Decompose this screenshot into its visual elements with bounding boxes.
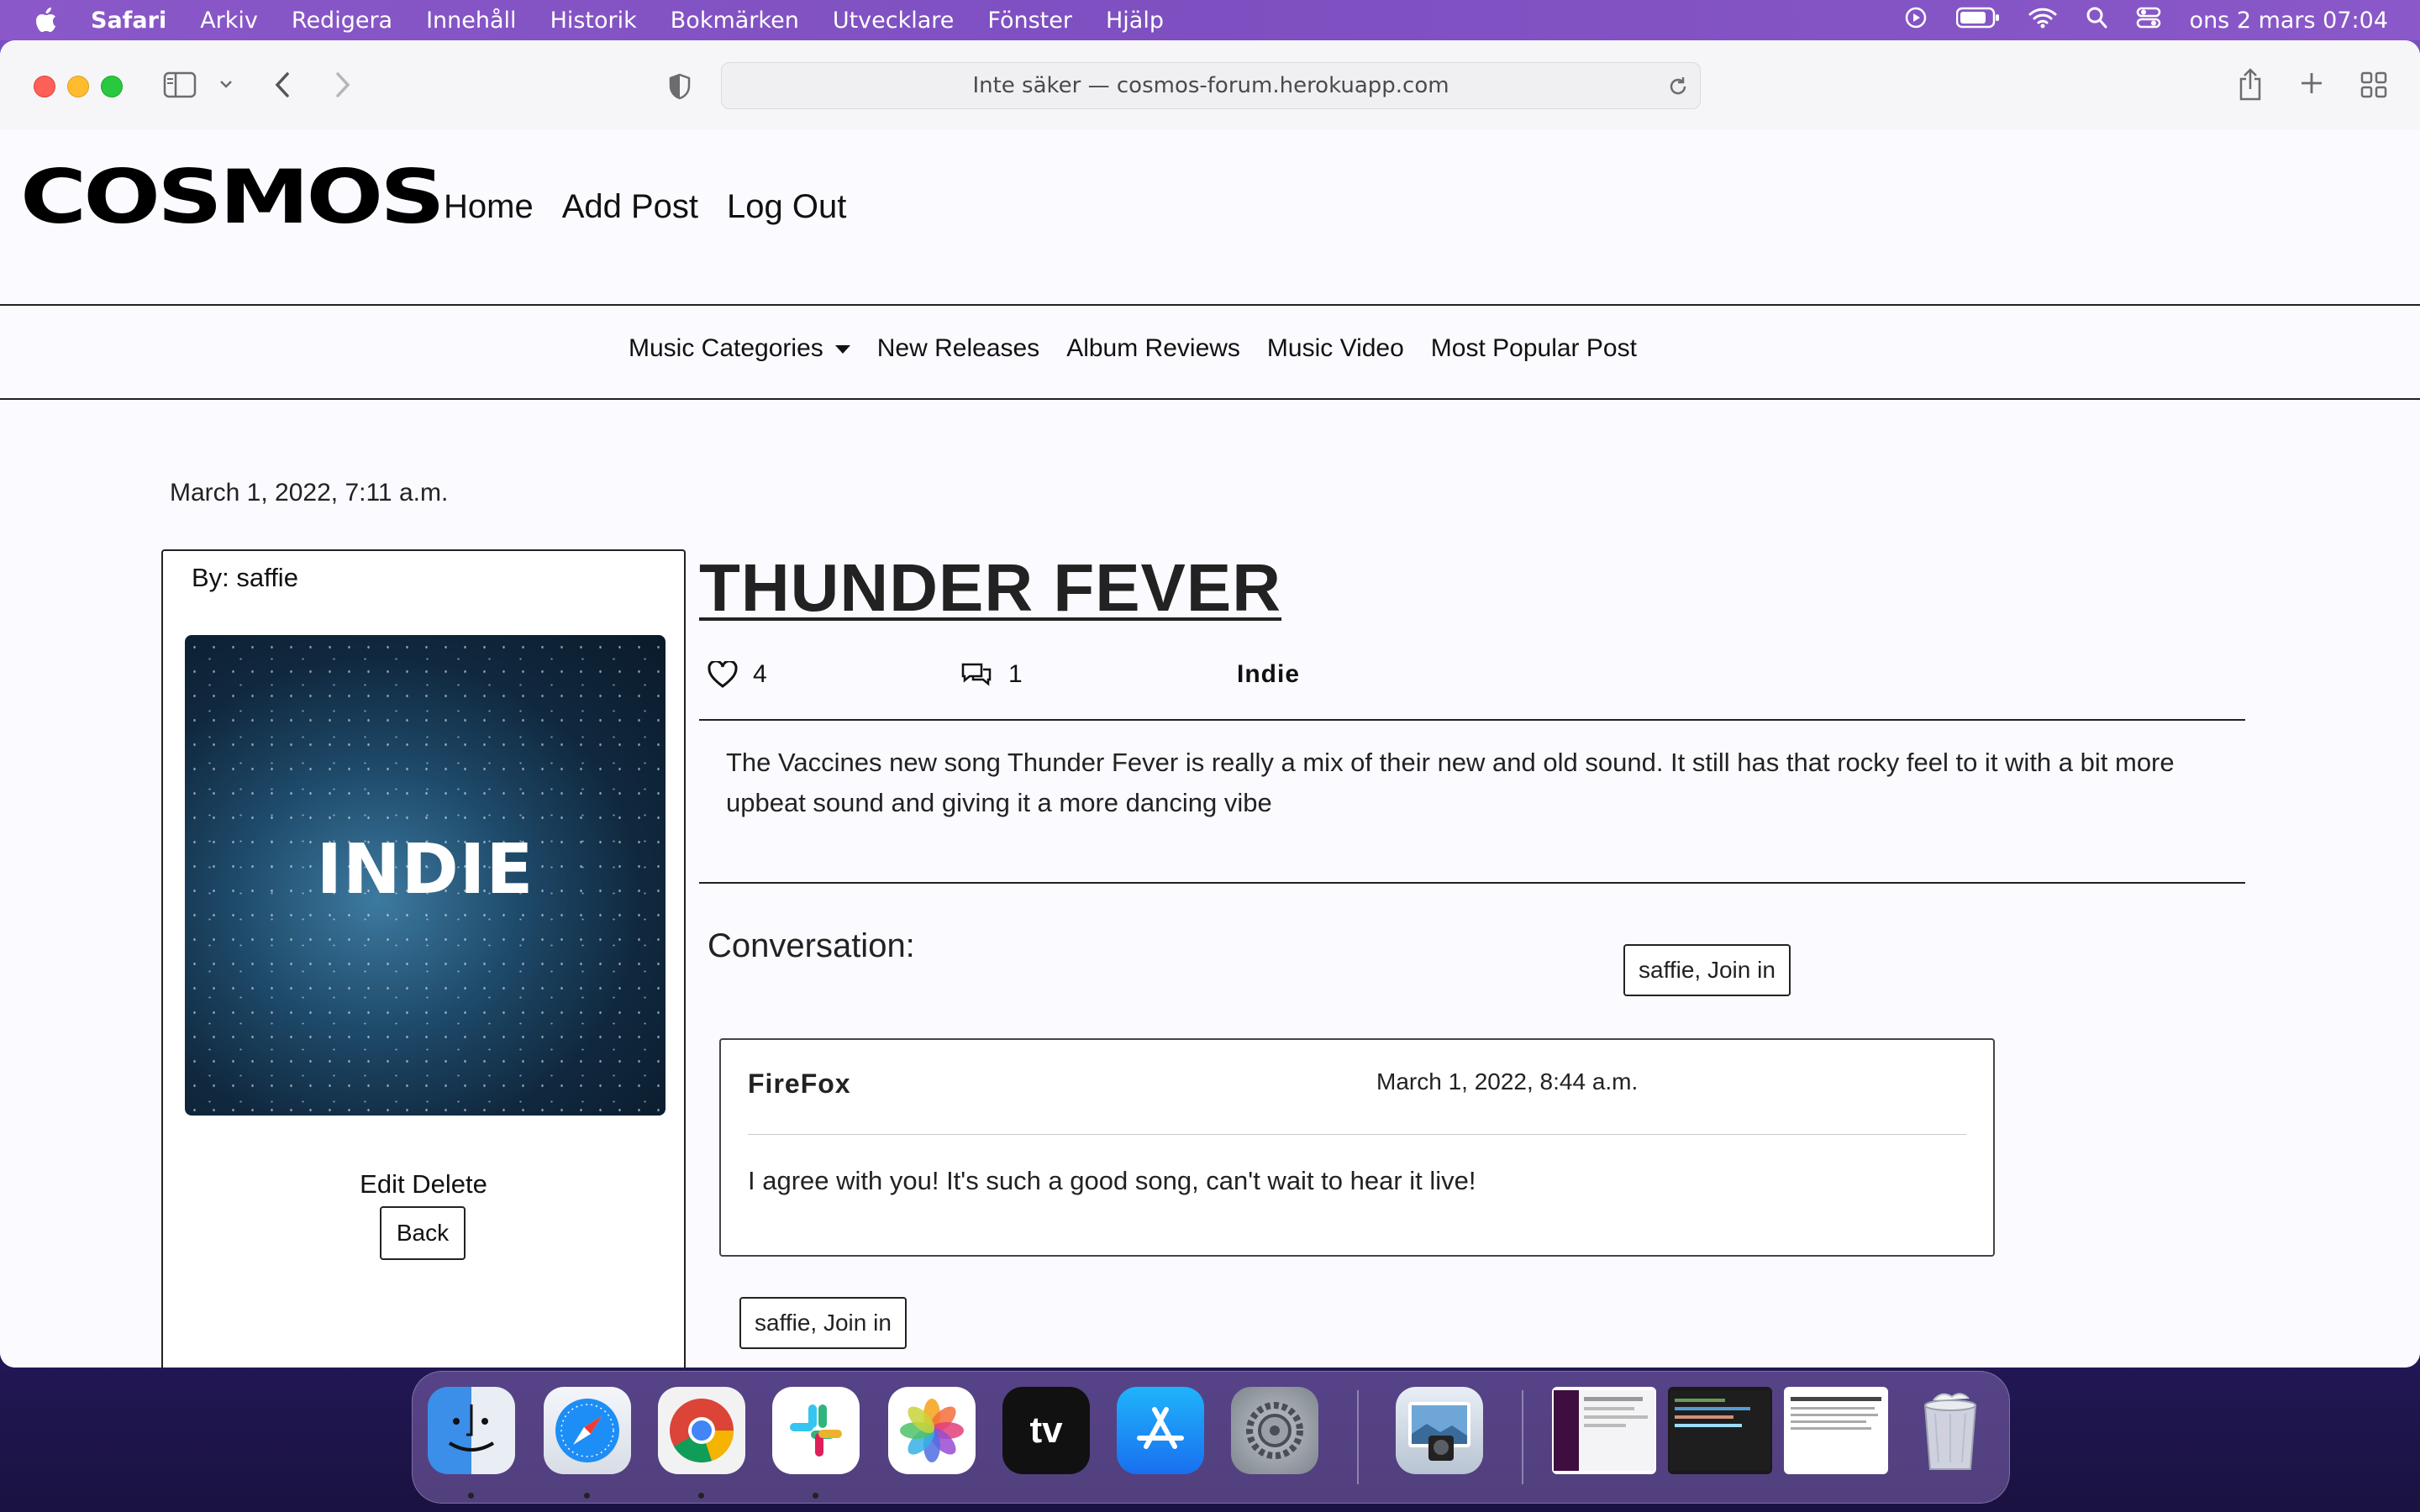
- post-author: By: saffie: [192, 563, 298, 592]
- share-icon[interactable]: [2235, 66, 2265, 102]
- menu-clock[interactable]: ons 2 mars 07:04: [2190, 8, 2388, 34]
- menu-hjalp[interactable]: Hjälp: [1106, 8, 1164, 34]
- minimized-window-thumbnail[interactable]: [1668, 1387, 1772, 1474]
- apple-icon[interactable]: [34, 5, 59, 35]
- likes-stat[interactable]: 4: [708, 660, 767, 689]
- post-category: Indie: [1237, 660, 1301, 688]
- post-body: The Vaccines new song Thunder Fever is r…: [726, 748, 2175, 817]
- preview-icon[interactable]: [1396, 1387, 1483, 1474]
- browser-window: Inte säker — cosmos-forum.herokuapp.com …: [0, 40, 2420, 1368]
- post-sidebar-card: By: saffie INDIE Edit Delete Back: [161, 549, 686, 1368]
- play-icon[interactable]: [1904, 6, 1928, 35]
- category-bar: Music Categories New Releases Album Revi…: [0, 304, 2420, 400]
- address-bar[interactable]: Inte säker — cosmos-forum.herokuapp.com: [721, 62, 1701, 109]
- running-indicator: [584, 1493, 590, 1499]
- menu-utvecklare[interactable]: Utvecklare: [833, 8, 955, 34]
- main-nav: Home Add Post Log Out: [444, 188, 846, 226]
- edit-delete-links[interactable]: Edit Delete: [163, 1169, 684, 1200]
- url-text: Inte säker — cosmos-forum.herokuapp.com: [972, 73, 1449, 98]
- safari-icon[interactable]: [544, 1387, 631, 1474]
- category-album-reviews-link[interactable]: Album Reviews: [1066, 334, 1240, 363]
- apple-tv-icon[interactable]: tv: [1002, 1387, 1090, 1474]
- heart-icon: [708, 661, 738, 688]
- system-preferences-icon[interactable]: [1231, 1387, 1318, 1474]
- finder-icon[interactable]: [428, 1387, 515, 1474]
- menu-fonster[interactable]: Fönster: [987, 8, 1072, 34]
- sidebar-toggle-icon[interactable]: [163, 71, 197, 99]
- cover-image-label: INDIE: [316, 830, 534, 910]
- nav-home-link[interactable]: Home: [444, 188, 534, 226]
- post-title[interactable]: THUNDER FEVER: [699, 549, 1281, 627]
- menu-bokmarken[interactable]: Bokmärken: [671, 8, 799, 34]
- new-tab-plus-icon[interactable]: [2297, 69, 2326, 97]
- nav-log-out-link[interactable]: Log Out: [727, 188, 846, 226]
- menu-historik[interactable]: Historik: [550, 8, 637, 34]
- control-center-icon[interactable]: [2136, 7, 2161, 34]
- music-categories-label: Music Categories: [629, 334, 823, 362]
- site-logo[interactable]: COSMOS: [20, 155, 445, 241]
- running-indicator: [468, 1493, 474, 1499]
- reload-icon[interactable]: [1665, 74, 1691, 99]
- slack-icon[interactable]: [772, 1387, 860, 1474]
- comments-count: 1: [1008, 660, 1023, 688]
- comment-divider: [748, 1134, 1966, 1135]
- comment-author: FireFox: [748, 1068, 851, 1099]
- menu-bar: Safari Arkiv Redigera Innehåll Historik …: [0, 0, 2420, 40]
- privacy-shield-icon[interactable]: [666, 72, 694, 101]
- minimized-window-thumbnail[interactable]: [1552, 1387, 1656, 1474]
- post-stats: 4 1 Indie: [708, 660, 1329, 694]
- conversation-heading: Conversation:: [708, 927, 915, 964]
- minimize-window-button[interactable]: [67, 76, 89, 97]
- forward-arrow-icon[interactable]: [329, 69, 356, 101]
- back-arrow-icon[interactable]: [269, 69, 296, 101]
- music-categories-dropdown[interactable]: Music Categories: [629, 334, 850, 363]
- tab-overview-icon[interactable]: [2360, 71, 2388, 99]
- caret-down-icon: [834, 345, 850, 354]
- app-store-icon[interactable]: [1117, 1387, 1204, 1474]
- chrome-icon[interactable]: [658, 1387, 745, 1474]
- dock-separator: [1357, 1390, 1359, 1484]
- join-conversation-button[interactable]: saffie, Join in: [1623, 944, 1791, 996]
- battery-icon[interactable]: [1955, 7, 2000, 34]
- running-indicator: [698, 1493, 704, 1499]
- divider: [699, 719, 2245, 721]
- minimized-window-thumbnail[interactable]: [1784, 1387, 1888, 1474]
- post-cover-image: INDIE: [185, 635, 666, 1116]
- menu-arkiv[interactable]: Arkiv: [200, 8, 258, 34]
- running-indicator: [813, 1493, 818, 1499]
- browser-toolbar: Inte säker — cosmos-forum.herokuapp.com: [0, 40, 2420, 130]
- category-new-releases-link[interactable]: New Releases: [877, 334, 1039, 363]
- wifi-icon[interactable]: [2028, 6, 2057, 35]
- menu-innehall[interactable]: Innehåll: [426, 8, 516, 34]
- menu-safari[interactable]: Safari: [91, 8, 166, 34]
- nav-add-post-link[interactable]: Add Post: [562, 188, 698, 226]
- web-page: COSMOS Home Add Post Log Out Music Categ…: [0, 129, 2420, 1368]
- trash-icon[interactable]: [1907, 1387, 1994, 1474]
- comment-date: March 1, 2022, 8:44 a.m.: [1376, 1068, 1639, 1095]
- post-date: March 1, 2022, 7:11 a.m.: [170, 479, 449, 507]
- comments-stat: 1: [960, 660, 1023, 689]
- chevron-down-icon[interactable]: [217, 74, 235, 94]
- apple-tv-label: tv: [1029, 1410, 1063, 1451]
- photos-icon[interactable]: [888, 1387, 976, 1474]
- close-window-button[interactable]: [34, 76, 55, 97]
- dock: tv: [412, 1371, 2010, 1504]
- likes-count: 4: [753, 660, 767, 688]
- comment-text: I agree with you! It's such a good song,…: [748, 1166, 1476, 1195]
- menu-redigera[interactable]: Redigera: [292, 8, 392, 34]
- category-music-video-link[interactable]: Music Video: [1267, 334, 1404, 363]
- back-button[interactable]: Back: [380, 1206, 466, 1260]
- spotlight-search-icon[interactable]: [2086, 6, 2107, 35]
- join-conversation-button-bottom[interactable]: saffie, Join in: [739, 1297, 907, 1349]
- dock-separator: [1522, 1390, 1523, 1484]
- divider: [699, 882, 2245, 884]
- comment-card: FireFox March 1, 2022, 8:44 a.m. I agree…: [719, 1038, 1995, 1257]
- comments-icon: [961, 663, 992, 686]
- zoom-window-button[interactable]: [101, 76, 123, 97]
- category-most-popular-link[interactable]: Most Popular Post: [1431, 334, 1637, 363]
